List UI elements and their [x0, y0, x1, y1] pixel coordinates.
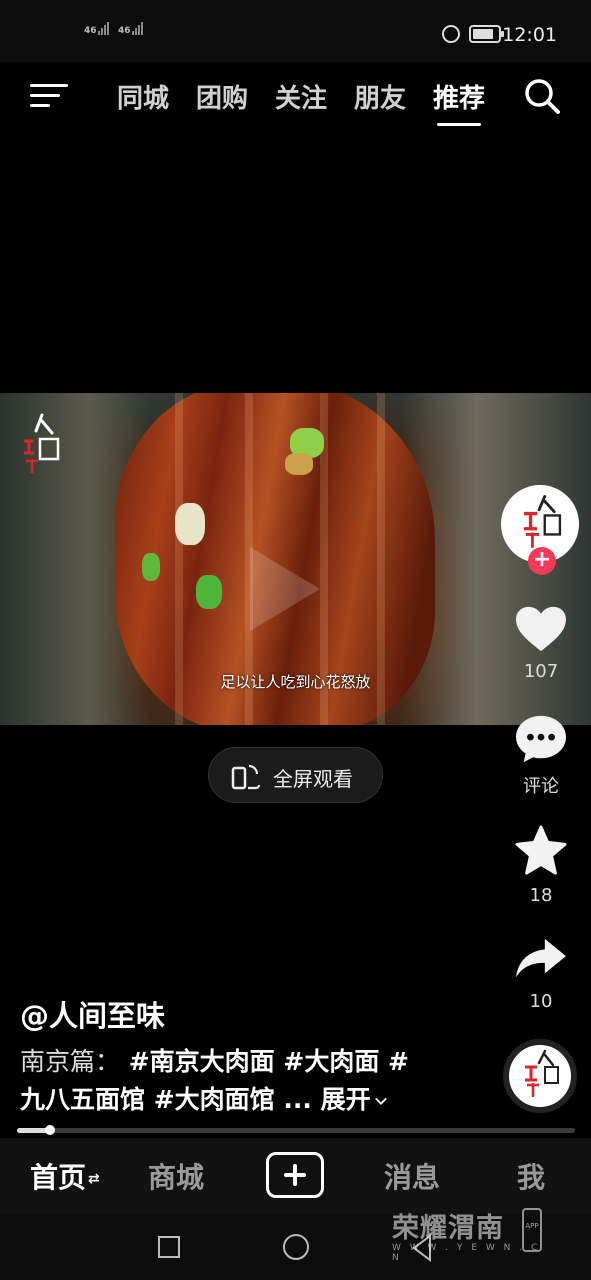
home-icon[interactable]: [283, 1234, 309, 1260]
create-post-button[interactable]: [266, 1152, 324, 1198]
description-prefix: 南京篇：: [20, 1047, 121, 1076]
share-count: 10: [529, 991, 553, 1012]
search-icon[interactable]: [522, 76, 562, 116]
progress-knob[interactable]: [45, 1125, 55, 1135]
author-name[interactable]: @人间至味: [20, 993, 165, 1035]
like-count: 107: [523, 661, 559, 682]
like-button[interactable]: 107: [506, 605, 576, 682]
tab-friends[interactable]: 朋友: [354, 78, 406, 115]
tab-group-buy[interactable]: 团购: [196, 78, 248, 115]
recent-apps-icon[interactable]: [158, 1236, 180, 1258]
network-type-label: 46: [84, 26, 97, 36]
hashtags-line-2[interactable]: 九八五面馆 #大肉面馆 ...: [20, 1085, 312, 1114]
comment-label: 评论: [523, 776, 559, 797]
tab-following[interactable]: 关注: [275, 78, 327, 115]
signal-indicator-sim2: 46: [118, 22, 144, 38]
status-clock: 12:01: [502, 24, 557, 46]
signal-indicator-sim1: 46: [84, 22, 110, 38]
status-bar: 46 46 12:01: [0, 0, 591, 62]
app-phone-icon: APP: [522, 1208, 542, 1252]
play-overlay-icon: [250, 547, 320, 631]
fullscreen-label: 全屏观看: [273, 767, 353, 791]
share-button[interactable]: 10: [506, 935, 576, 1012]
hashtags-line-1[interactable]: #南京大肉面 #大肉面 #: [129, 1047, 409, 1076]
favorite-button[interactable]: 18: [506, 825, 576, 906]
top-navigation: 同城 团购 关注 朋友 推荐: [0, 62, 591, 132]
music-disc-avatar[interactable]: [503, 1039, 577, 1113]
expand-label: 展开: [320, 1085, 371, 1114]
tab-mall[interactable]: 商城: [148, 1156, 204, 1196]
chevron-down-icon: [374, 1097, 387, 1105]
music-disc-logo-icon: [525, 1049, 559, 1097]
author-avatar[interactable]: +: [501, 485, 579, 575]
channel-watermark-logo: [24, 413, 60, 473]
favorite-count: 18: [529, 885, 553, 906]
network-type-label: 46: [118, 26, 131, 36]
tab-nearby[interactable]: 同城: [117, 78, 169, 115]
comment-button[interactable]: 评论: [506, 714, 576, 798]
tab-recommended[interactable]: 推荐: [433, 78, 485, 115]
swap-arrows-icon: ⇄: [88, 1171, 100, 1187]
active-tab-indicator: [437, 123, 481, 126]
video-description: 南京篇： #南京大肉面 #大肉面 # 九八五面馆 #大肉面馆 ... 展开: [20, 1043, 490, 1119]
battery-icon: [469, 25, 504, 43]
bottom-tab-bar: 首页 ⇄ 商城 消息 我: [0, 1138, 591, 1214]
tab-me[interactable]: 我: [517, 1156, 545, 1196]
rotate-screen-icon: [231, 764, 261, 790]
heart-icon: [516, 606, 566, 652]
fullscreen-button[interactable]: 全屏观看: [208, 747, 383, 803]
comment-bubble-icon: [516, 715, 566, 763]
tab-home-label: 首页: [30, 1161, 87, 1194]
video-subtitle: 足以让人吃到心花怒放: [220, 673, 371, 691]
do-not-disturb-icon: [442, 25, 460, 43]
star-icon: [515, 825, 567, 875]
tab-messages[interactable]: 消息: [384, 1156, 440, 1196]
video-progress-bar[interactable]: [17, 1125, 575, 1135]
follow-plus-icon[interactable]: +: [528, 547, 556, 575]
expand-button[interactable]: 展开: [321, 1085, 388, 1114]
share-arrow-icon: [516, 938, 566, 978]
brand-watermark: 荣耀渭南 W W W . Y E W N . C N APP: [392, 1206, 552, 1263]
tab-home[interactable]: 首页 ⇄: [30, 1156, 100, 1196]
menu-icon[interactable]: [30, 82, 68, 110]
